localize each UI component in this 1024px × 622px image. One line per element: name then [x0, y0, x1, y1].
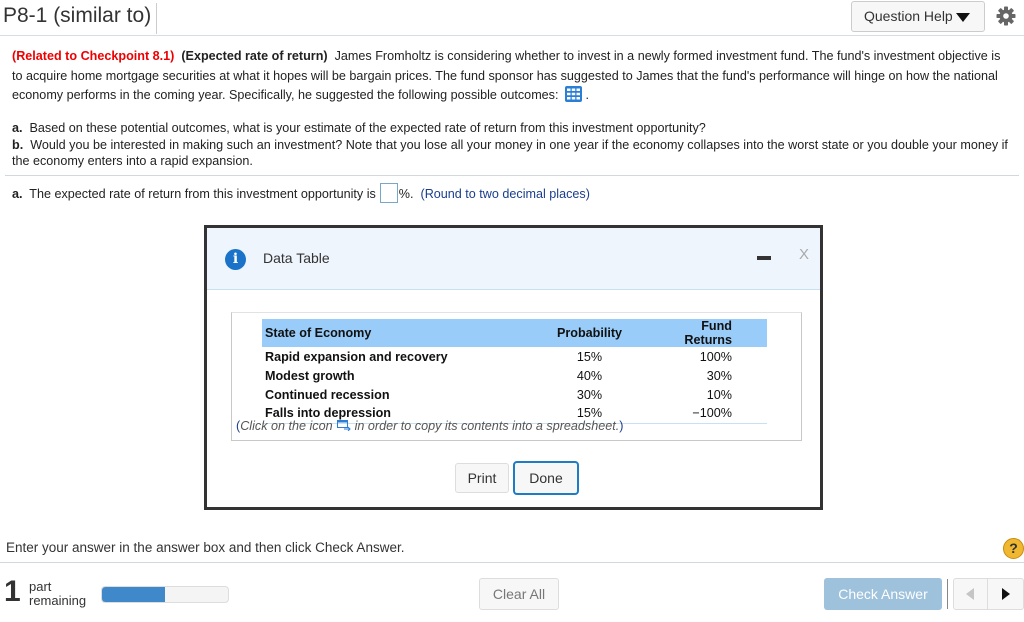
copy-to-spreadsheet-icon[interactable] — [336, 420, 351, 431]
column-header: Fund Returns — [657, 319, 767, 347]
divider — [0, 562, 1024, 563]
expected-return-input[interactable] — [379, 183, 398, 203]
close-icon[interactable]: X — [799, 246, 809, 263]
question-help-button[interactable]: Question Help — [851, 1, 985, 32]
question-topic: (Expected rate of return) — [181, 49, 328, 63]
part-b-question: b. Would you be interested in making suc… — [12, 137, 1008, 169]
answer-row: a. The expected rate of return from this… — [12, 183, 590, 204]
dialog-title: Data Table — [263, 250, 330, 266]
done-button[interactable]: Done — [513, 461, 579, 495]
dialog-header: i Data Table X — [207, 228, 820, 290]
state-cell: Continued recession — [265, 387, 390, 402]
help-question-icon[interactable]: ? — [1003, 538, 1024, 559]
column-header: Probability — [522, 319, 657, 347]
triangle-left-icon[interactable] — [954, 579, 988, 609]
triangle-right-icon[interactable] — [989, 579, 1023, 609]
part-a-question: a. Based on these potential outcomes, wh… — [12, 121, 706, 135]
table-row: Continued recession 30% 10% — [262, 385, 767, 404]
state-cell: Rapid expansion and recovery — [265, 349, 448, 364]
header-bar: P8-1 (similar to) Question Help — [0, 0, 1024, 36]
parts-remaining-label: part remaining — [29, 579, 87, 608]
table-row: Rapid expansion and recovery 15% 100% — [262, 347, 767, 366]
caret-down-icon — [956, 13, 970, 22]
table-header-row: State of Economy Probability Fund Return… — [262, 319, 767, 347]
data-table-icon[interactable] — [564, 86, 582, 102]
related-checkpoint: (Related to Checkpoint 8.1) — [12, 49, 175, 63]
clear-all-button[interactable]: Clear All — [479, 578, 559, 610]
minimize-icon[interactable] — [757, 256, 771, 260]
question-text: (Related to Checkpoint 8.1) (Expected ra… — [12, 49, 1001, 102]
parts-remaining-count: 1 — [4, 575, 21, 608]
probability-cell: 15% — [576, 349, 603, 364]
column-header: State of Economy — [262, 319, 522, 347]
progress-fill — [102, 587, 165, 602]
data-table-container: State of Economy Probability Fund Return… — [231, 312, 802, 441]
page-title: P8-1 (similar to) — [3, 3, 158, 34]
return-cell: 10% — [706, 387, 732, 402]
probability-cell: 30% — [576, 387, 603, 402]
state-cell: Modest growth — [265, 368, 355, 383]
print-button[interactable]: Print — [455, 463, 509, 493]
progress-bar — [101, 586, 229, 603]
data-table: State of Economy Probability Fund Return… — [262, 319, 767, 424]
gear-icon[interactable] — [996, 6, 1016, 26]
return-cell: −100% — [657, 404, 767, 424]
question-help-label: Question Help — [864, 8, 953, 24]
divider — [5, 175, 1019, 176]
table-row: Modest growth 40% 30% — [262, 366, 767, 385]
rounding-hint: (Round to two decimal places) — [420, 187, 590, 201]
copy-note: (Click on the icon in order to copy its … — [236, 419, 624, 433]
return-cell: 30% — [706, 368, 732, 383]
return-cell: 100% — [699, 349, 732, 364]
question-parts: a. Based on these potential outcomes, wh… — [12, 120, 1017, 170]
info-icon: i — [225, 249, 246, 270]
instruction-text: Enter your answer in the answer box and … — [6, 540, 405, 555]
question-nav — [953, 578, 1024, 610]
check-answer-button[interactable]: Check Answer — [824, 578, 942, 610]
probability-cell: 40% — [576, 368, 603, 383]
divider — [947, 579, 948, 609]
data-table-dialog: i Data Table X State of Economy Probabil… — [204, 225, 823, 510]
